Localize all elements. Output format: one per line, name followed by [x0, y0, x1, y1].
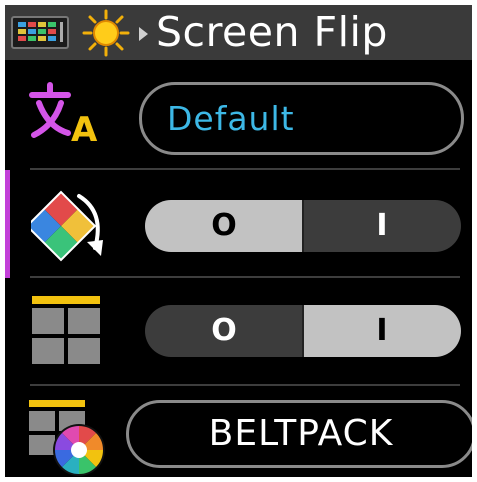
- svg-text:A: A: [71, 110, 98, 145]
- device-mode-button[interactable]: BELTPACK: [126, 400, 472, 468]
- toggle-option-off[interactable]: O: [145, 200, 303, 252]
- language-value: Default: [167, 99, 295, 138]
- toggle-separator: [302, 200, 304, 252]
- screen-flip-toggle[interactable]: O I: [145, 200, 461, 252]
- layout-row: O I: [5, 278, 472, 386]
- sun-brightness-icon[interactable]: [81, 9, 131, 61]
- breadcrumb-arrow-icon: [137, 26, 149, 46]
- layout-color-wheel-icon: [29, 400, 109, 477]
- toggle-option-on[interactable]: I: [303, 200, 461, 252]
- layout-toggle[interactable]: O I: [145, 305, 461, 357]
- device-mode-value: BELTPACK: [208, 413, 394, 454]
- toggle-option-off[interactable]: O: [145, 305, 303, 357]
- grid-layout-icon: [32, 296, 100, 368]
- page-title: Screen Flip: [156, 8, 388, 56]
- screen-flip-row: O I: [5, 170, 472, 278]
- display-settings-icon[interactable]: [11, 16, 69, 53]
- toggle-separator: [302, 305, 304, 357]
- language-row: A Default: [5, 60, 472, 168]
- focus-indicator: [5, 170, 10, 278]
- rotate-screen-icon: [25, 190, 109, 266]
- device-mode-row: BELTPACK: [5, 386, 472, 477]
- screen: Screen Flip A Default O I O I BELTPACK: [5, 5, 472, 477]
- translate-language-icon: A: [28, 81, 108, 150]
- language-select-button[interactable]: Default: [139, 82, 464, 155]
- header-bar: Screen Flip: [5, 5, 472, 60]
- toggle-option-on[interactable]: I: [303, 305, 461, 357]
